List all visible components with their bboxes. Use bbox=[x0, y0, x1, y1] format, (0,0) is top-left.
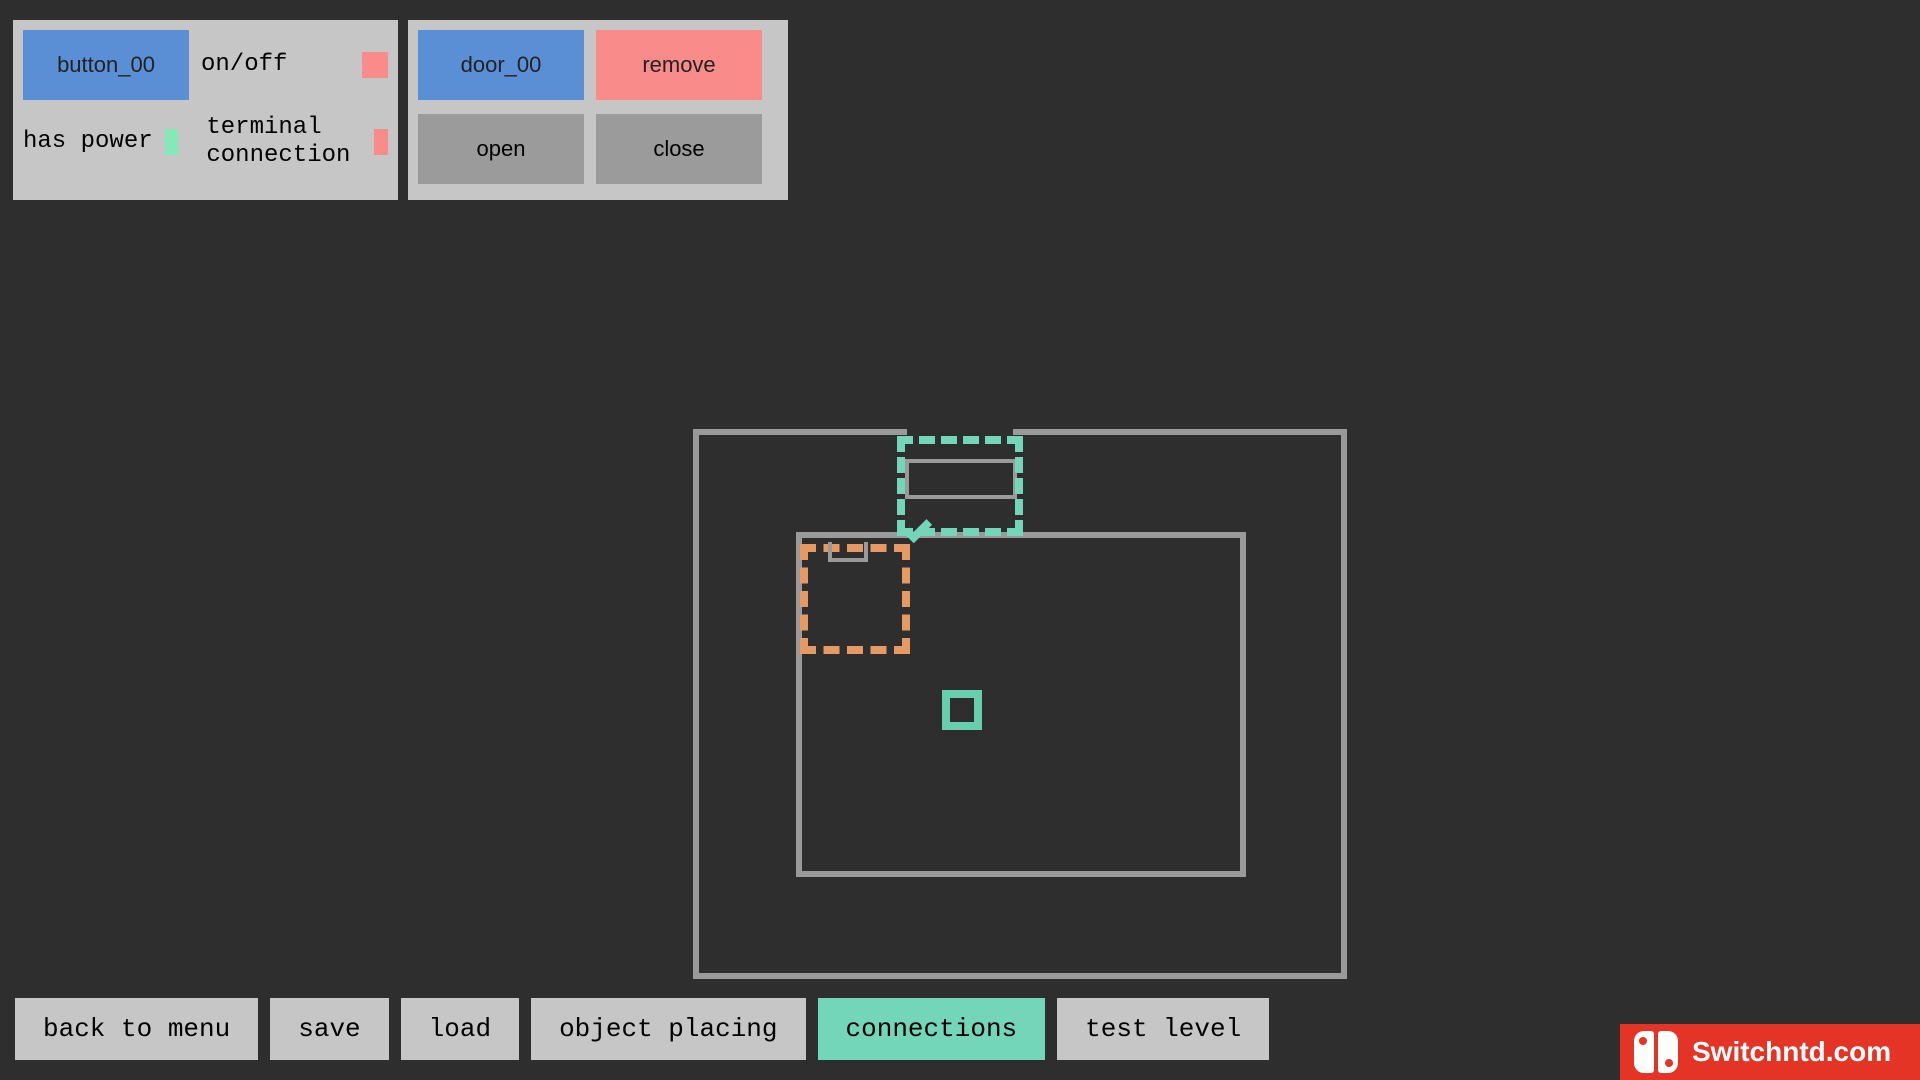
inspector-panel-button: button_00 on/off has power terminal conn… bbox=[13, 20, 398, 200]
prop-onoff-state-swatch[interactable] bbox=[362, 52, 388, 78]
test-level-button[interactable]: test level bbox=[1057, 998, 1269, 1060]
connections-button[interactable]: connections bbox=[818, 998, 1046, 1060]
editor-toolbar: back to menu save load object placing co… bbox=[15, 998, 1269, 1060]
inspector-panel-door: door_00 remove open close bbox=[408, 20, 788, 200]
prop-terminal-state-swatch[interactable] bbox=[374, 129, 388, 155]
prop-onoff-label: on/off bbox=[201, 51, 287, 79]
remove-button[interactable]: remove bbox=[596, 30, 762, 100]
back-to-menu-button[interactable]: back to menu bbox=[15, 998, 258, 1060]
watermark-text: Switchntd.com bbox=[1692, 1036, 1891, 1068]
prop-terminal-label: terminal connection bbox=[206, 114, 350, 169]
object-chip-button[interactable]: button_00 bbox=[23, 30, 189, 100]
map-object-button[interactable] bbox=[828, 542, 868, 562]
prop-power-state-swatch[interactable] bbox=[165, 129, 179, 155]
save-button[interactable]: save bbox=[270, 998, 388, 1060]
door-open-button[interactable]: open bbox=[418, 114, 584, 184]
load-button[interactable]: load bbox=[401, 998, 519, 1060]
object-placing-button[interactable]: object placing bbox=[531, 998, 805, 1060]
watermark: Switchntd.com bbox=[1620, 1024, 1920, 1080]
door-close-button[interactable]: close bbox=[596, 114, 762, 184]
map-object-player[interactable] bbox=[942, 690, 982, 730]
prop-power-label: has power bbox=[23, 128, 153, 156]
switch-logo-icon bbox=[1634, 1031, 1678, 1073]
object-chip-door[interactable]: door_00 bbox=[418, 30, 584, 100]
